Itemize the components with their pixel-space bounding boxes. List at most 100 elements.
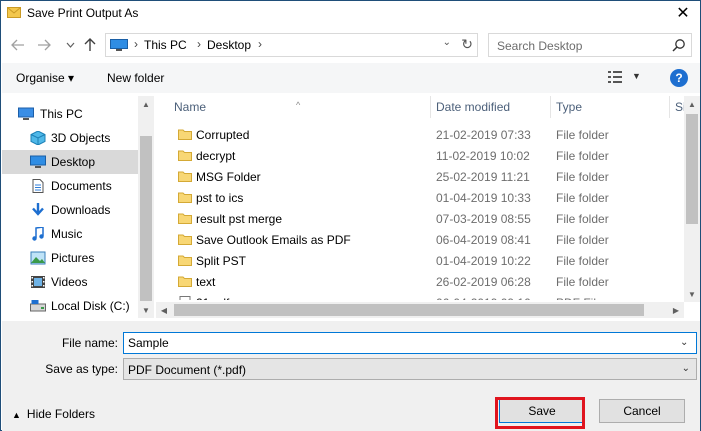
- navigation-bar: › This PC › Desktop › ⌄ ↻ Search Desktop: [1, 31, 700, 61]
- computer-icon: [110, 39, 128, 51]
- new-folder-button[interactable]: New folder: [107, 71, 164, 85]
- column-header-date[interactable]: Date modified: [431, 96, 551, 118]
- file-type: File folder: [556, 233, 609, 247]
- scroll-up-icon[interactable]: ▲: [684, 96, 700, 112]
- navigation-pane-scrollbar[interactable]: ▲ ▼: [138, 96, 154, 318]
- file-name: result pst merge: [196, 212, 283, 226]
- table-row[interactable]: decrypt 11-02-2019 10:02 File folder: [156, 145, 676, 166]
- sidebar-item-3d-objects[interactable]: 3D Objects: [2, 126, 138, 150]
- file-name: MSG Folder: [196, 170, 261, 184]
- search-box[interactable]: Search Desktop: [488, 33, 692, 57]
- table-row[interactable]: Corrupted 21-02-2019 07:33 File folder: [156, 124, 676, 145]
- file-name: pst to ics: [196, 191, 244, 205]
- organise-button[interactable]: Organise ▾: [16, 71, 74, 85]
- back-button[interactable]: [9, 36, 27, 54]
- scroll-down-icon[interactable]: ▼: [684, 286, 700, 302]
- breadcrumb-desktop[interactable]: Desktop: [207, 38, 251, 52]
- computer-icon: [18, 107, 34, 120]
- window-title: Save Print Output As: [27, 6, 139, 20]
- breadcrumb-this-pc[interactable]: This PC: [144, 38, 187, 52]
- column-header-label: Type: [556, 100, 583, 114]
- sort-ascending-icon: ^: [296, 100, 301, 110]
- pdf-file-icon: [179, 296, 191, 300]
- folder-icon: [178, 234, 192, 245]
- save-button[interactable]: Save: [499, 399, 585, 423]
- sidebar-item-label: Desktop: [51, 155, 96, 169]
- scrollbar-thumb[interactable]: [140, 136, 152, 301]
- scroll-left-icon[interactable]: ◀: [156, 302, 172, 318]
- sidebar-item-label: Local Disk (C:): [51, 299, 130, 313]
- help-icon[interactable]: ?: [670, 69, 688, 87]
- forward-button[interactable]: [35, 36, 53, 54]
- scroll-down-icon[interactable]: ▼: [138, 302, 154, 318]
- sidebar-item-music[interactable]: Music: [2, 222, 138, 246]
- file-type: File folder: [556, 149, 609, 163]
- address-bar[interactable]: › This PC › Desktop › ⌄ ↻: [105, 33, 478, 57]
- table-row[interactable]: 21.pdf 06-04-2019 09:10 PDF File: [156, 292, 676, 300]
- sidebar-item-downloads[interactable]: Downloads: [2, 198, 138, 222]
- column-header-label: Name: [174, 100, 207, 114]
- sidebar-item-documents[interactable]: Documents: [2, 174, 138, 198]
- file-date: 07-03-2019 08:55: [436, 212, 531, 226]
- scroll-right-icon[interactable]: ▶: [668, 302, 684, 318]
- table-row[interactable]: result pst merge 07-03-2019 08:55 File fol…: [156, 208, 676, 229]
- file-type: File folder: [556, 254, 609, 268]
- sidebar-item-desktop[interactable]: Desktop: [2, 150, 138, 174]
- column-header-name[interactable]: Name ^: [156, 96, 431, 118]
- table-row[interactable]: Split PST 01-04-2019 10:22 File folder: [156, 250, 676, 271]
- folder-icon: [178, 129, 192, 140]
- chevron-up-icon: ▲: [12, 410, 21, 420]
- close-button[interactable]: ✕: [672, 3, 694, 23]
- file-name: Save Outlook Emails as PDF: [196, 233, 351, 247]
- file-name: Split PST: [196, 254, 247, 268]
- table-row[interactable]: pst to ics 01-04-2019 10:33 File folder: [156, 187, 676, 208]
- file-name-input[interactable]: [123, 332, 697, 354]
- scrollbar-thumb[interactable]: [174, 304, 644, 316]
- up-arrow-icon: [84, 38, 96, 51]
- search-input[interactable]: Search Desktop: [497, 39, 582, 53]
- chevron-down-icon[interactable]: ⌄: [680, 337, 688, 348]
- file-date: 06-04-2019 08:41: [436, 233, 531, 247]
- refresh-icon[interactable]: ↻: [461, 36, 473, 53]
- file-date: 01-04-2019 10:22: [436, 254, 531, 268]
- view-dropdown-icon[interactable]: ▼: [632, 71, 641, 81]
- horizontal-scrollbar[interactable]: ◀ ▶: [156, 302, 684, 318]
- save-type-value: PDF Document (*.pdf): [128, 363, 247, 377]
- hide-folders-button[interactable]: ▲ Hide Folders: [12, 407, 95, 421]
- table-row[interactable]: Save Outlook Emails as PDF 06-04-2019 08:…: [156, 229, 676, 250]
- breadcrumb-separator-icon: ›: [258, 37, 262, 51]
- command-bar: Organise ▾ New folder ▼ ?: [2, 63, 700, 93]
- scroll-up-icon[interactable]: ▲: [138, 96, 154, 112]
- scrollbar-thumb[interactable]: [686, 114, 698, 224]
- sidebar-item-pictures[interactable]: Pictures: [2, 246, 138, 270]
- table-row[interactable]: MSG Folder 25-02-2019 11:21 File folder: [156, 166, 676, 187]
- download-icon: [32, 203, 44, 216]
- column-header-type[interactable]: Type: [551, 96, 671, 118]
- document-icon: [32, 179, 44, 193]
- sidebar-item-this-pc[interactable]: This PC: [2, 102, 138, 126]
- folder-icon: [178, 171, 192, 182]
- view-options-icon[interactable]: [608, 71, 622, 83]
- file-date: 01-04-2019 10:33: [436, 191, 531, 205]
- table-row[interactable]: text 26-02-2019 06:28 File folder: [156, 271, 676, 292]
- file-type: File folder: [556, 170, 609, 184]
- video-icon: [31, 276, 45, 288]
- pictures-icon: [30, 251, 46, 265]
- file-list-scrollbar[interactable]: ▲ ▼: [684, 96, 700, 302]
- close-icon: ✕: [676, 5, 690, 22]
- sidebar-item-videos[interactable]: Videos: [2, 270, 138, 294]
- recent-locations-button[interactable]: [61, 36, 79, 54]
- sidebar-item-label: Downloads: [51, 203, 111, 217]
- file-date: 26-02-2019 06:28: [436, 275, 531, 289]
- folder-icon: [178, 192, 192, 203]
- sidebar-item-local-disk[interactable]: Local Disk (C:): [2, 294, 138, 318]
- cancel-button[interactable]: Cancel: [599, 399, 685, 423]
- file-name: text: [196, 275, 216, 289]
- disk-icon: [30, 300, 46, 312]
- save-type-select[interactable]: PDF Document (*.pdf) ⌄: [123, 358, 697, 380]
- navigation-pane: This PC 3D Objects Desktop Documents Dow…: [2, 96, 154, 318]
- chevron-down-icon: [66, 42, 74, 48]
- file-list: Name ^ Date modified Type Si Corrupted 21…: [156, 96, 700, 318]
- address-dropdown-icon[interactable]: ⌄: [443, 37, 451, 48]
- up-button[interactable]: [81, 36, 99, 54]
